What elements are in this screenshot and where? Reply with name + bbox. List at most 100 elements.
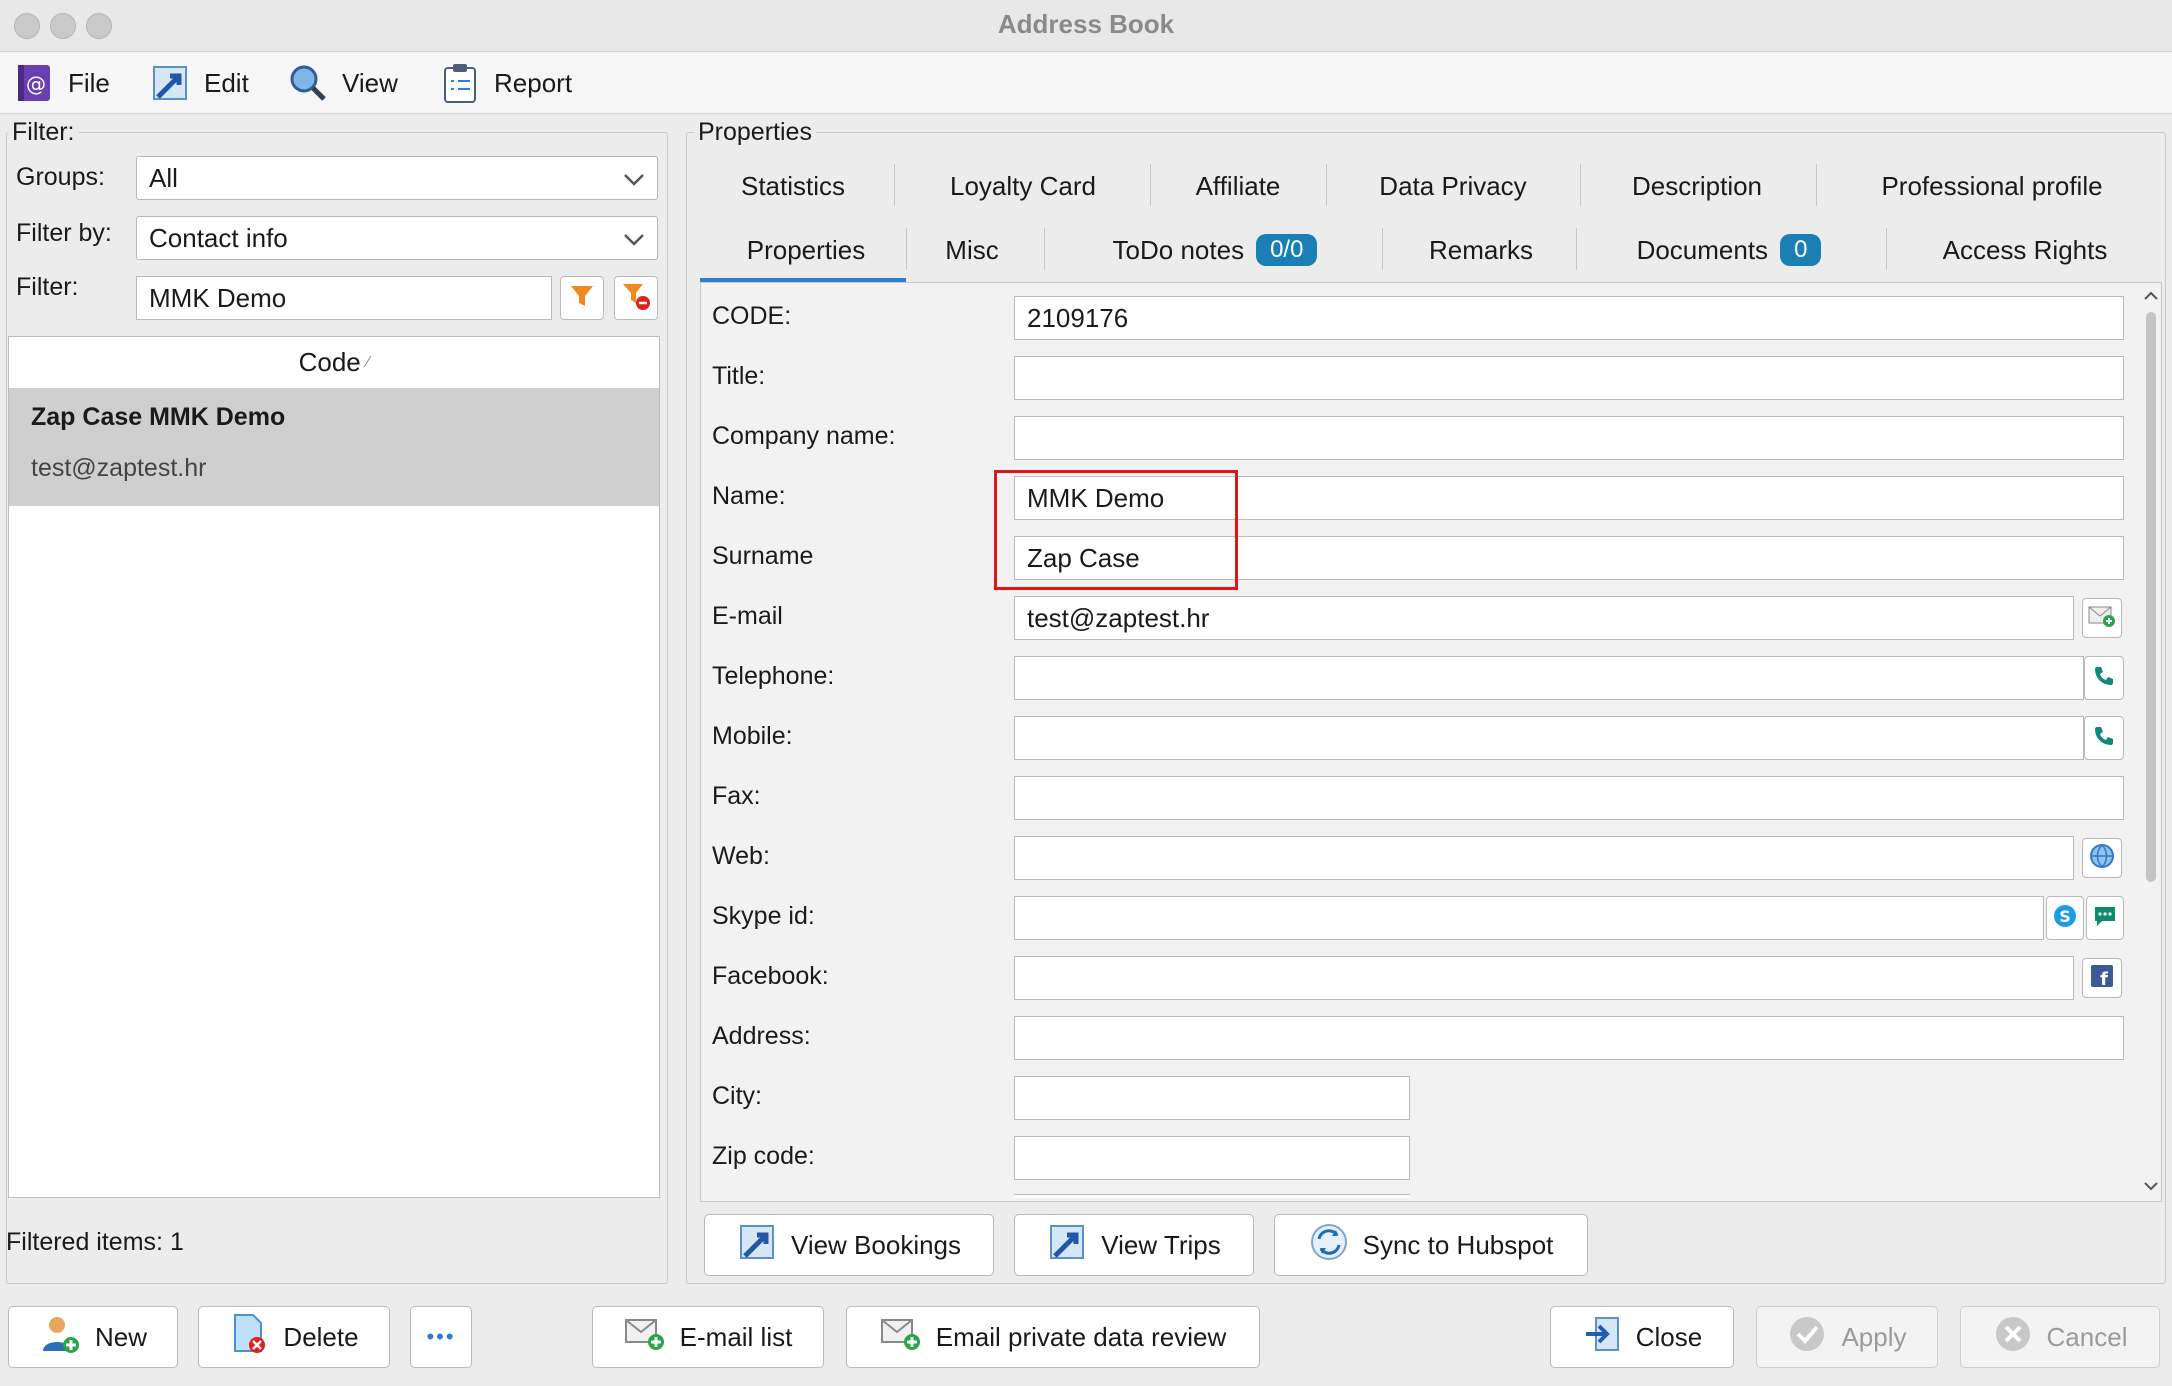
skype-chat-button[interactable] (2086, 896, 2124, 940)
city-field[interactable] (1014, 1076, 1410, 1120)
tab-data-privacy[interactable]: Data Privacy (1332, 162, 1574, 210)
filter-input[interactable]: MMK Demo (136, 276, 552, 320)
tab-documents[interactable]: Documents 0 (1582, 226, 1876, 274)
skype-id-field[interactable] (1014, 896, 2044, 940)
tab-loyalty-card-label: Loyalty Card (950, 170, 1096, 201)
phone-icon (2092, 664, 2116, 693)
mobile-field[interactable] (1014, 716, 2084, 760)
mobile-label: Mobile: (712, 722, 793, 750)
tab-separator (906, 228, 907, 270)
magnifier-icon (288, 63, 328, 103)
list-item[interactable]: Zap Case MMK Demo test@zaptest.hr (9, 389, 659, 506)
envelope-add-icon (2087, 603, 2117, 634)
tab-separator (894, 164, 895, 206)
delete-button[interactable]: Delete (198, 1306, 390, 1368)
zip-code-field[interactable] (1014, 1136, 1410, 1180)
list-item-name: Zap Case MMK Demo (31, 403, 286, 431)
chevron-down-icon (623, 223, 645, 254)
fax-field[interactable] (1014, 776, 2124, 820)
view-trips-button[interactable]: View Trips (1014, 1214, 1254, 1276)
tab-professional-profile[interactable]: Professional profile (1822, 162, 2162, 210)
envelope-add-icon (624, 1316, 666, 1359)
tab-todo-notes[interactable]: ToDo notes 0/0 (1050, 226, 1380, 274)
apply-filter-button[interactable] (560, 276, 604, 320)
sync-hubspot-label: Sync to Hubspot (1362, 1229, 1554, 1260)
menu-file[interactable]: @ File (14, 52, 110, 114)
web-field[interactable] (1014, 836, 2074, 880)
scrollbar-thumb[interactable] (2146, 312, 2156, 882)
more-options-button[interactable]: ••• (410, 1306, 472, 1368)
surname-label: Surname (712, 542, 814, 570)
skype-call-button[interactable]: S (2046, 896, 2084, 940)
call-telephone-button[interactable] (2084, 656, 2124, 700)
filter-by-label: Filter by: (16, 219, 112, 247)
code-field[interactable]: 2109176 (1014, 296, 2124, 340)
menu-report[interactable]: Report (440, 52, 572, 114)
cancel-button[interactable]: Cancel (1960, 1306, 2160, 1368)
open-facebook-button[interactable]: f (2082, 958, 2122, 998)
view-bookings-button[interactable]: View Bookings (704, 1214, 994, 1276)
call-mobile-button[interactable] (2084, 716, 2124, 760)
tab-description[interactable]: Description (1586, 162, 1808, 210)
email-list-button[interactable]: E-mail list (592, 1306, 824, 1368)
code-column-header[interactable]: Code ⁄ (9, 337, 659, 389)
arrow-up-right-icon (737, 1222, 777, 1269)
clear-filter-button[interactable] (614, 276, 658, 320)
filter-input-value: MMK Demo (149, 282, 287, 313)
apply-button[interactable]: Apply (1756, 1306, 1938, 1368)
tab-affiliate[interactable]: Affiliate (1156, 162, 1320, 210)
tab-access-rights[interactable]: Access Rights (1892, 226, 2158, 274)
clipboard-icon (440, 63, 480, 103)
sync-icon (1309, 1222, 1349, 1269)
sync-hubspot-button[interactable]: Sync to Hubspot (1274, 1214, 1588, 1276)
tab-separator (1580, 164, 1581, 206)
tab-affiliate-label: Affiliate (1195, 170, 1281, 201)
tab-misc[interactable]: Misc (910, 226, 1034, 274)
filter-by-select[interactable]: Contact info (136, 216, 658, 260)
filtered-items-label: Filtered items: 1 (6, 1228, 184, 1257)
new-button[interactable]: New (8, 1306, 178, 1368)
menu-view[interactable]: View (288, 52, 398, 114)
highlight-box (994, 470, 1238, 590)
facebook-label: Facebook: (712, 962, 829, 990)
email-private-data-button[interactable]: Email private data review (846, 1306, 1260, 1368)
address-field[interactable] (1014, 1016, 2124, 1060)
check-circle-icon (1787, 1314, 1827, 1361)
tab-loyalty-card[interactable]: Loyalty Card (900, 162, 1146, 210)
facebook-field[interactable] (1014, 956, 2074, 1000)
email-label: E-mail (712, 602, 783, 630)
funnel-remove-icon (621, 281, 651, 316)
close-button[interactable]: Close (1550, 1306, 1734, 1368)
menu-report-label: Report (494, 67, 573, 98)
tab-access-rights-label: Access Rights (1942, 234, 2108, 265)
title-field[interactable] (1014, 356, 2124, 400)
send-email-button[interactable] (2082, 598, 2122, 638)
telephone-field[interactable] (1014, 656, 2084, 700)
menu-edit[interactable]: Edit (150, 52, 249, 114)
fax-label: Fax: (712, 782, 761, 810)
code-field-value: 2109176 (1027, 302, 1129, 333)
filter-by-select-value: Contact info (149, 222, 288, 253)
delete-document-icon (229, 1313, 269, 1362)
company-name-label: Company name: (712, 422, 896, 450)
tab-properties[interactable]: Properties (706, 226, 906, 274)
chat-icon (2092, 903, 2118, 934)
tab-statistics[interactable]: Statistics (700, 162, 886, 210)
contact-list[interactable]: Code ⁄ Zap Case MMK Demo test@zaptest.hr (8, 336, 660, 1198)
city-label: City: (712, 1082, 762, 1110)
envelope-add-icon (880, 1316, 922, 1359)
filter-group-legend: Filter: (8, 118, 79, 147)
tab-separator (1886, 228, 1887, 270)
email-private-data-label: Email private data review (935, 1321, 1227, 1352)
email-field[interactable]: test@zaptest.hr (1014, 596, 2074, 640)
company-name-field[interactable] (1014, 416, 2124, 460)
tab-statistics-label: Statistics (740, 170, 846, 201)
code-label: CODE: (712, 302, 792, 330)
scroll-up-icon[interactable] (2142, 288, 2160, 304)
tab-remarks[interactable]: Remarks (1388, 226, 1574, 274)
open-web-button[interactable] (2082, 838, 2122, 878)
filtered-items-text: Filtered items: (6, 1228, 163, 1256)
groups-select[interactable]: All (136, 156, 658, 200)
tab-description-label: Description (1631, 170, 1763, 201)
scroll-down-icon[interactable] (2142, 1180, 2160, 1196)
